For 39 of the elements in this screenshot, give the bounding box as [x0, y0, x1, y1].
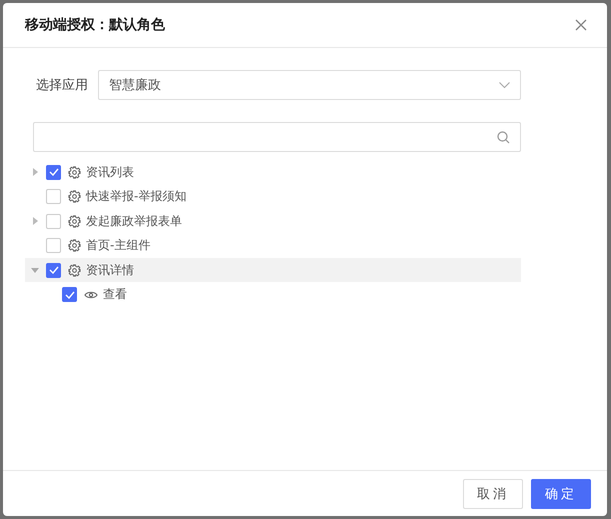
checkbox[interactable]	[46, 238, 61, 253]
checkbox[interactable]	[46, 189, 61, 204]
tree-row[interactable]: 资讯详情	[25, 258, 521, 282]
cancel-button[interactable]: 取消	[463, 478, 523, 508]
tree-label: 发起廉政举报表单	[86, 212, 182, 230]
caret-right-icon[interactable]	[31, 168, 39, 176]
tree-label: 资讯详情	[86, 262, 134, 278]
tree-label: 快速举报-举报须知	[86, 188, 186, 205]
search-field[interactable]	[33, 122, 521, 152]
tree-row[interactable]: 资讯列表	[25, 160, 521, 184]
app-select[interactable]: 智慧廉政	[98, 70, 521, 100]
close-icon[interactable]	[575, 19, 587, 31]
gear-icon	[68, 239, 81, 252]
checkbox[interactable]	[46, 262, 61, 278]
checkbox[interactable]	[46, 164, 61, 180]
eye-icon	[84, 290, 98, 300]
search-icon	[497, 130, 510, 144]
checkbox[interactable]	[46, 214, 61, 228]
gear-icon	[68, 190, 81, 203]
tree-label: 资讯列表	[86, 164, 134, 180]
gear-icon	[68, 264, 81, 276]
tree-row[interactable]: 查看	[25, 282, 521, 306]
field-label: 选择应用	[36, 77, 88, 94]
dialog-title: 移动端授权：默认角色	[25, 16, 165, 34]
tree-row[interactable]: 发起廉政举报表单	[25, 209, 521, 233]
check-icon	[48, 266, 58, 274]
tree-label: 首页-主组件	[86, 237, 150, 254]
checkbox[interactable]	[62, 287, 77, 302]
gear-icon	[68, 214, 81, 228]
check-icon	[48, 168, 58, 176]
caret-right-icon[interactable]	[31, 217, 39, 225]
tree-row[interactable]: 首页-主组件	[25, 234, 521, 258]
ok-button[interactable]: 确定	[531, 478, 591, 508]
gear-icon	[68, 166, 81, 178]
tree-row[interactable]: 快速举报-举报须知	[25, 184, 521, 208]
caret-down-icon[interactable]	[31, 266, 39, 274]
check-icon	[64, 290, 74, 298]
chevron-down-icon	[499, 82, 510, 88]
tree-label: 查看	[103, 286, 127, 303]
